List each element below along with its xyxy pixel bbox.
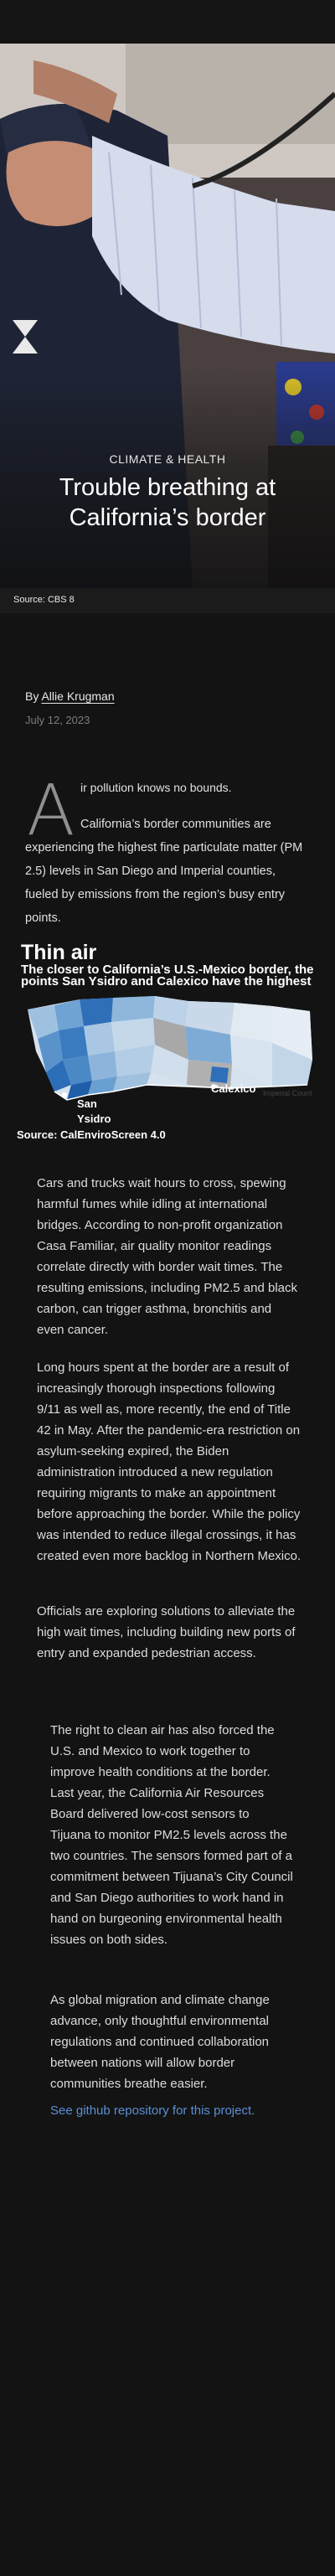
photo-credit: Source: CBS 8 bbox=[13, 595, 75, 605]
top-bar bbox=[0, 0, 335, 44]
intro-paragraph: California’s border communities are expe… bbox=[25, 813, 312, 930]
chart-source: Source: CalEnviroScreen 4.0 bbox=[17, 1128, 166, 1141]
map-label-imperial-county: Imperial Count bbox=[263, 1089, 312, 1097]
intro-paragraph-text: California’s border communities are expe… bbox=[25, 818, 303, 925]
aside-paragraph-1: The right to clean air has also forced t… bbox=[50, 1723, 293, 1947]
aside-paragraph-2: As global migration and climate change a… bbox=[50, 1993, 270, 2091]
author-link[interactable]: Allie Krugman bbox=[41, 689, 114, 703]
chart-subtitle-line-2: points San Ysidro and Calexico have the … bbox=[21, 976, 312, 988]
byline: By Allie Krugman bbox=[25, 689, 115, 703]
hero-image: CLIMATE & HEALTH Trouble breathing at Ca… bbox=[0, 44, 335, 588]
pm25-map[interactable] bbox=[21, 993, 314, 1123]
map-label-ysidro: Ysidro bbox=[77, 1112, 111, 1125]
map-label-calexico: Calexico bbox=[211, 1082, 256, 1095]
chart-title: Thin air bbox=[21, 941, 97, 964]
body-paragraph-1: Cars and trucks wait hours to cross, spe… bbox=[37, 1176, 297, 1337]
body-paragraph-2: Long hours spent at the border are a res… bbox=[37, 1360, 302, 1563]
chart-subtitle-line-1: The closer to California’s U.S.-Mexico b… bbox=[21, 964, 314, 976]
article-headline: Trouble breathing at California’s border bbox=[59, 474, 276, 531]
map-label-san: San bbox=[77, 1097, 97, 1110]
publish-date: July 12, 2023 bbox=[25, 714, 90, 726]
photo-credit-bar: Source: CBS 8 bbox=[0, 588, 335, 613]
byline-prefix: By bbox=[25, 689, 39, 703]
github-repo-link[interactable]: See github repository for this project. bbox=[50, 2104, 255, 2118]
intro-first-line: ir pollution knows no bounds. bbox=[80, 781, 232, 794]
san-ysidro-marker[interactable] bbox=[62, 1092, 67, 1097]
body-paragraph-3: Officials are exploring solutions to all… bbox=[37, 1604, 296, 1660]
chart-subtitle: The closer to California’s U.S.-Mexico b… bbox=[21, 964, 335, 991]
section-kicker: CLIMATE & HEALTH bbox=[109, 452, 226, 466]
